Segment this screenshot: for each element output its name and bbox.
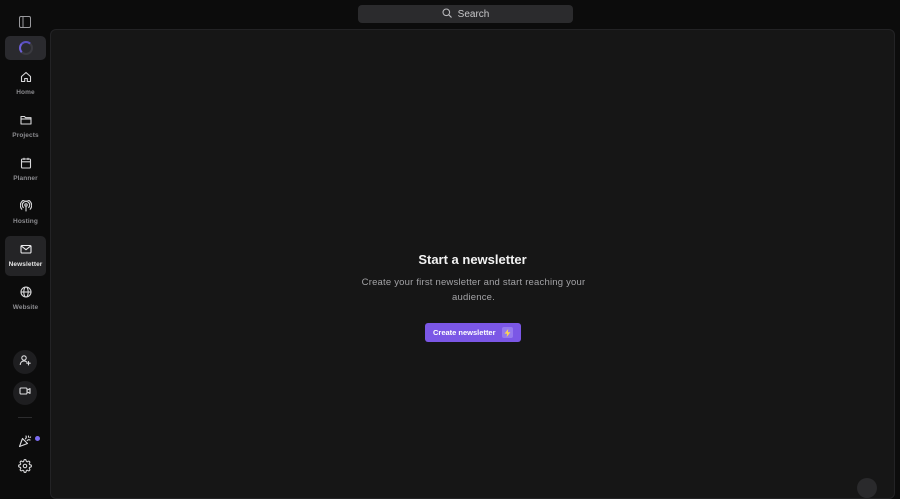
create-newsletter-button[interactable]: Create newsletter bbox=[425, 323, 521, 342]
sidebar-item-hosting[interactable]: Hosting bbox=[5, 193, 46, 233]
globe-icon bbox=[19, 285, 33, 299]
search-bar[interactable]: Search bbox=[358, 5, 573, 23]
create-newsletter-label: Create newsletter bbox=[433, 328, 496, 337]
search-label: Search bbox=[457, 8, 490, 20]
folder-icon bbox=[19, 113, 33, 127]
empty-state-description: Create your first newsletter and start r… bbox=[361, 277, 586, 303]
party-popper-icon bbox=[18, 434, 32, 453]
sidebar-item-label: Projects bbox=[12, 132, 39, 139]
sidebar-toggle-icon[interactable] bbox=[17, 14, 33, 30]
notification-dot bbox=[35, 436, 40, 441]
sidebar-item-label: Hosting bbox=[13, 218, 38, 225]
sidebar-item-label: Home bbox=[16, 89, 35, 96]
workspace-logo-icon bbox=[18, 41, 33, 55]
workspace-switcher[interactable] bbox=[5, 36, 46, 60]
search-icon bbox=[442, 7, 452, 21]
main-panel: Start a newsletter Create your first new… bbox=[50, 29, 895, 499]
sidebar: Home Projects Planner Hosting Newsletter… bbox=[0, 0, 50, 484]
calendar-icon bbox=[19, 156, 33, 170]
sidebar-item-label: Website bbox=[12, 304, 39, 311]
sidebar-item-home[interactable]: Home bbox=[5, 64, 46, 104]
mail-icon bbox=[19, 242, 33, 256]
settings-button[interactable] bbox=[17, 458, 33, 478]
help-button[interactable] bbox=[857, 478, 877, 498]
add-user-icon bbox=[19, 353, 31, 371]
sidebar-divider bbox=[18, 417, 32, 418]
video-icon bbox=[19, 384, 31, 402]
sidebar-item-planner[interactable]: Planner bbox=[5, 150, 46, 190]
home-icon bbox=[19, 70, 33, 84]
sidebar-item-website[interactable]: Website bbox=[5, 279, 46, 319]
video-call-button[interactable] bbox=[13, 381, 37, 405]
lightning-icon bbox=[501, 327, 513, 338]
whats-new-button[interactable] bbox=[17, 434, 33, 453]
invite-user-button[interactable] bbox=[13, 350, 37, 374]
gear-icon bbox=[18, 458, 32, 478]
sidebar-item-newsletter[interactable]: Newsletter bbox=[5, 236, 46, 276]
empty-state-title: Start a newsletter bbox=[418, 252, 527, 267]
sidebar-item-label: Planner bbox=[13, 175, 38, 182]
podcast-icon bbox=[19, 199, 33, 213]
sidebar-item-label: Newsletter bbox=[8, 261, 43, 268]
sidebar-item-projects[interactable]: Projects bbox=[5, 107, 46, 147]
